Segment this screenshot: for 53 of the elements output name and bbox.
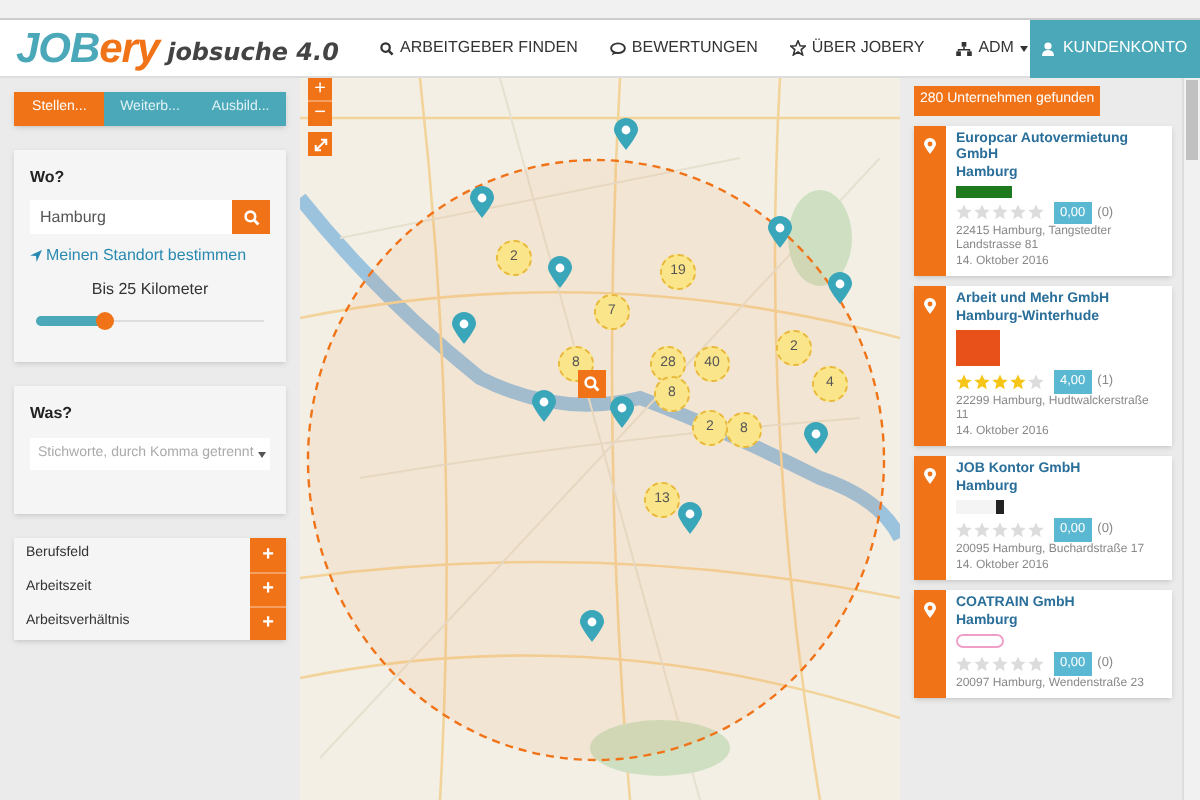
expand-icon — [313, 137, 327, 151]
logo-placeholder — [956, 633, 1004, 648]
map-pin-icon[interactable] — [452, 312, 476, 344]
slider-thumb[interactable] — [96, 312, 115, 330]
caret-icon — [1019, 45, 1028, 51]
map-pin-icon[interactable] — [678, 502, 702, 534]
map-pin-icon[interactable] — [610, 396, 634, 428]
nav-link[interactable]: BEWERTUNGEN — [609, 36, 758, 60]
search-button[interactable] — [232, 200, 270, 234]
fullscreen-button[interactable] — [308, 132, 332, 156]
location-field[interactable]: Hamburg — [30, 200, 232, 234]
chat-icon — [609, 41, 626, 55]
location-pin-icon — [924, 298, 936, 315]
radius-label: Bis 25 Kilometer — [89, 278, 211, 302]
search-icon — [584, 376, 600, 392]
sitemap-icon — [956, 41, 973, 55]
location-arrow-icon — [30, 250, 42, 262]
location-pin-icon — [924, 468, 936, 484]
nav-link[interactable]: ADM — [956, 36, 1028, 60]
expand-filter-button[interactable]: + — [250, 538, 286, 572]
locate-link[interactable]: Meinen Standort bestimmen — [30, 244, 270, 268]
map-pin-icon[interactable] — [548, 256, 572, 288]
search-icon — [380, 41, 394, 55]
zoom-out-button[interactable]: − — [308, 102, 332, 126]
search-center-marker[interactable] — [578, 370, 606, 398]
section-title: Wo? — [30, 166, 67, 190]
search-icon — [243, 209, 259, 225]
map-pin-icon[interactable] — [470, 186, 494, 218]
map-pin-icon[interactable] — [614, 118, 638, 150]
expand-filter-button[interactable]: + — [250, 572, 286, 606]
nav-link[interactable]: ÜBER JOBERY — [789, 36, 925, 60]
zoom-in-button[interactable]: + — [308, 78, 332, 102]
logo-placeholder — [956, 500, 1004, 514]
logo-placeholder — [956, 185, 1012, 197]
tagline: jobsuche 4.0 — [167, 35, 339, 69]
map-pin-icon[interactable] — [768, 216, 792, 248]
logo[interactable]: JOBery — [16, 27, 160, 69]
star-icon — [789, 40, 806, 56]
map-pin-icon[interactable] — [804, 422, 828, 454]
location-pin-icon — [924, 137, 936, 153]
location-pin-icon — [924, 601, 936, 618]
caret-icon — [258, 451, 266, 457]
scrollbar[interactable] — [1182, 78, 1200, 800]
logo-placeholder — [956, 330, 1000, 367]
map-pin-icon[interactable] — [580, 610, 604, 642]
section-title: Was? — [30, 402, 75, 426]
expand-filter-button[interactable]: + — [250, 606, 286, 640]
nav-link[interactable]: ARBEITGEBER FINDEN — [380, 36, 578, 60]
map-pin-icon[interactable] — [532, 390, 556, 422]
user-icon — [1042, 41, 1055, 55]
radius-slider[interactable] — [36, 312, 264, 330]
map-pin-icon[interactable] — [828, 272, 852, 304]
account-button[interactable]: KUNDENKONTO — [1030, 19, 1200, 77]
